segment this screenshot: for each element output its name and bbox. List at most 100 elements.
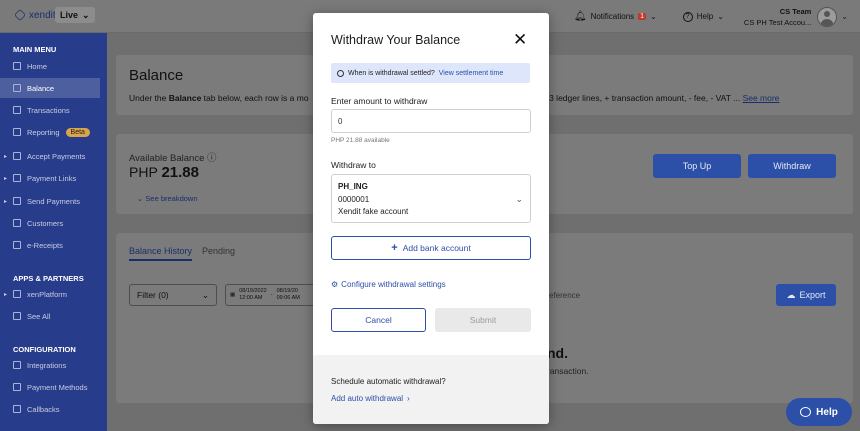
cloud-download-icon: ☁ — [786, 289, 796, 300]
see-more-link[interactable]: See more — [743, 93, 780, 103]
chevron-down-icon[interactable]: ⌄ — [841, 12, 848, 21]
close-icon[interactable]: ✕ — [513, 31, 527, 48]
date-to-value: 08/19/20 — [276, 288, 298, 294]
filter-dropdown[interactable]: Filter (0) ⌄ — [129, 284, 217, 306]
tab-pending[interactable]: Pending — [202, 246, 235, 256]
sidebar-item-home[interactable]: Home — [0, 56, 100, 76]
sidebar-item-label: Send Payments — [27, 196, 80, 206]
sidebar-item-integrations[interactable]: Integrations — [0, 355, 100, 375]
sidebar-item-customers[interactable]: Customers — [0, 213, 100, 233]
see-breakdown-link[interactable]: ⌄ See breakdown — [137, 194, 198, 203]
sidebar-item-label: Reporting — [27, 127, 60, 137]
tab-balance-history[interactable]: Balance History — [129, 246, 193, 261]
caret-right-icon: ▸ — [4, 291, 8, 298]
schedule-question: Schedule automatic withdrawal? — [331, 377, 446, 386]
receipts-icon — [13, 241, 21, 249]
sidebar-item-callbacks[interactable]: Callbacks — [0, 399, 100, 419]
cancel-button[interactable]: Cancel — [331, 308, 426, 332]
configure-withdrawal-settings-link[interactable]: ⚙ Configure withdrawal settings — [331, 280, 446, 289]
page-description: Under the Balance tab below, each row is… — [129, 93, 309, 103]
customers-icon — [13, 219, 21, 227]
caret-right-icon: ▸ — [4, 175, 8, 182]
plus-icon: + — [391, 242, 398, 254]
beta-badge: Beta — [65, 127, 90, 137]
sidebar-item-send-payments[interactable]: ▸ Send Payments — [0, 191, 100, 211]
available-label-text: Available Balance — [129, 153, 205, 164]
filter-label: Filter (0) — [137, 290, 169, 300]
time-to-value: 09:06 AM — [276, 295, 300, 301]
sidebar-item-label: xenPlatform — [27, 289, 68, 299]
view-settlement-time-link[interactable]: View settlement time — [439, 70, 503, 77]
empty-state-subtitle: ransaction. — [547, 366, 589, 376]
sidebar-item-see-all[interactable]: See All — [0, 306, 100, 326]
submit-button[interactable]: Submit — [435, 308, 531, 332]
avatar[interactable] — [817, 6, 838, 27]
available-balance-label: Available Balance ⓘ — [129, 150, 217, 164]
amount-input[interactable]: 0 — [331, 109, 531, 133]
sidebar-item-label: Payment Links — [27, 173, 77, 183]
help-menu-button[interactable]: ? Help ⌄ — [682, 11, 724, 22]
chat-bubble-icon — [800, 407, 812, 417]
dash-separator: - — [270, 292, 273, 298]
date-range-picker[interactable]: ▦ 08/19/2022 12:00 AM - 08/19/20 09:06 AM — [225, 284, 317, 306]
sidebar-item-transactions[interactable]: Transactions — [0, 100, 100, 120]
chevron-right-icon: › — [407, 394, 410, 403]
notifications-button[interactable]: 🔔︎ Notifications 1 ⌄ — [574, 11, 657, 22]
currency-label: PHP — [129, 164, 158, 180]
transactions-icon — [13, 106, 21, 114]
balance-icon — [13, 84, 21, 92]
xendit-logo[interactable]: xendit — [14, 9, 56, 21]
top-up-button[interactable]: Top Up — [653, 154, 741, 178]
logo-icon — [14, 9, 26, 21]
sidebar-item-e-receipts[interactable]: e-Receipts — [0, 235, 100, 255]
withdraw-button[interactable]: Withdraw — [748, 154, 836, 178]
chevron-down-icon: ⌄ — [137, 194, 144, 203]
send-payments-icon — [13, 197, 21, 205]
sidebar-item-balance[interactable]: Balance — [0, 78, 100, 98]
date-to: 08/19/20 09:06 AM — [277, 288, 300, 302]
platform-icon — [13, 290, 21, 298]
bank-code: PH_ING — [338, 182, 368, 191]
sidebar-heading-configuration: CONFIGURATION — [13, 345, 76, 354]
notifications-count-badge: 1 — [638, 13, 647, 20]
sidebar-item-xenplatform[interactable]: ▸ xenPlatform — [0, 284, 100, 304]
callbacks-icon — [13, 405, 21, 413]
chevron-down-icon: ⌄ — [515, 194, 523, 204]
sidebar-item-label: Callbacks — [27, 404, 60, 414]
sidebar-item-label: Payment Methods — [27, 382, 88, 392]
available-balance-value: PHP 21.88 — [129, 164, 199, 181]
add-bank-account-button[interactable]: + Add bank account — [331, 236, 531, 260]
sidebar-heading-apps: APPS & PARTNERS — [13, 274, 84, 283]
modal-footer: Schedule automatic withdrawal? Add auto … — [313, 355, 549, 424]
sidebar-item-reporting[interactable]: Reporting Beta — [0, 122, 100, 142]
chevron-down-icon: ⌄ — [717, 12, 724, 21]
page-description-continued: h 3 ledger lines, + transaction amount, … — [542, 93, 779, 103]
date-from-value: 08/19/2022 — [239, 288, 267, 294]
sidebar-item-label: e-Receipts — [27, 240, 63, 250]
export-button[interactable]: ☁ Export — [776, 284, 836, 306]
sidebar-item-payment-methods[interactable]: Payment Methods — [0, 377, 100, 397]
help-chat-button[interactable]: Help — [786, 398, 852, 426]
account-name: Xendit fake account — [338, 207, 409, 216]
sidebar-item-label: Customers — [27, 218, 64, 228]
logo-text: xendit — [29, 9, 56, 21]
empty-state-title: nd. — [547, 345, 568, 361]
accept-payments-icon — [13, 152, 21, 160]
bank-account-select[interactable]: PH_ING 0000001 Xendit fake account ⌄ — [331, 174, 531, 223]
sidebar-item-accept-payments[interactable]: ▸ Accept Payments — [0, 146, 100, 166]
withdraw-to-label: Withdraw to — [331, 160, 376, 170]
environment-label: Live — [60, 10, 79, 20]
user-info[interactable]: CS Team CS PH Test Accou... — [744, 6, 811, 28]
reference-search-input[interactable]: y Reference — [537, 284, 767, 306]
sidebar-item-label: Accept Payments — [27, 151, 86, 161]
amount-label: Enter amount to withdraw — [331, 96, 428, 106]
page-title: Balance — [129, 67, 184, 84]
calendar-icon: ▦ — [230, 292, 236, 298]
description-text: Under the — [129, 93, 169, 103]
environment-selector[interactable]: Live ⌄ — [55, 7, 95, 23]
amount-available-hint: PHP 21.88 available — [331, 137, 390, 144]
add-auto-withdrawal-link[interactable]: Add auto withdrawal › — [331, 394, 410, 403]
description-text: h 3 ledger lines, + transaction amount, … — [542, 93, 743, 103]
sidebar-item-payment-links[interactable]: ▸ Payment Links — [0, 168, 100, 188]
balance-amount: 21.88 — [161, 164, 199, 181]
